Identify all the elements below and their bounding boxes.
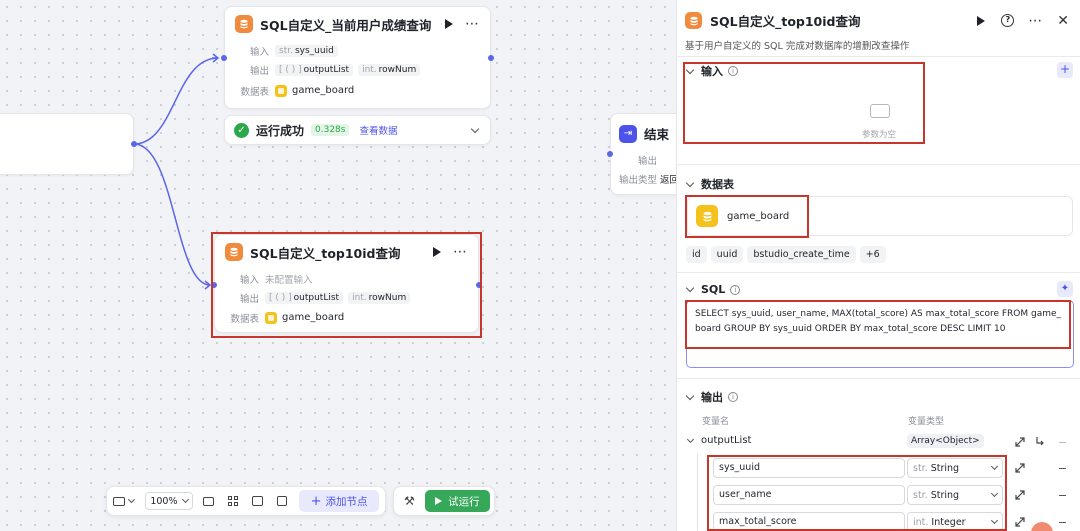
end-node-title: 结束 bbox=[644, 127, 670, 142]
annotation-box bbox=[685, 195, 809, 238]
annotation-box bbox=[683, 62, 925, 144]
sql-section-header[interactable]: SQL i bbox=[685, 283, 741, 296]
start-node-output-port[interactable] bbox=[131, 141, 137, 147]
expand-icon[interactable] bbox=[1015, 463, 1025, 473]
expand-chevron-icon[interactable] bbox=[470, 124, 480, 133]
annotation-box bbox=[685, 300, 1071, 349]
panel-title: SQL自定义_top10id查询 bbox=[710, 14, 861, 29]
input-label: 输入 bbox=[249, 46, 269, 58]
field-chip: id bbox=[686, 246, 707, 263]
field-chip: uuid bbox=[710, 246, 744, 263]
col-name-header: 变量名 bbox=[702, 417, 730, 427]
table-icon bbox=[275, 84, 287, 97]
ai-generate-icon[interactable]: ✦ bbox=[1057, 281, 1073, 297]
output-label: 输出 bbox=[249, 65, 269, 77]
output-tag: int. rowNum bbox=[358, 63, 421, 76]
avatar[interactable] bbox=[1031, 522, 1053, 531]
remove-icon[interactable] bbox=[1059, 442, 1066, 444]
node-title: SQL自定义_当前用户成绩查询 bbox=[260, 17, 432, 33]
output-tag: [ ( ) ] outputList bbox=[275, 63, 354, 76]
start-node-partial[interactable] bbox=[0, 113, 134, 175]
tree-guide-line bbox=[697, 454, 698, 531]
collapse-chevron-icon[interactable] bbox=[686, 435, 695, 443]
panel-description: 基于用户自定义的 SQL 完成对数据库的增删改查操作 bbox=[685, 41, 910, 52]
input-tag: str. sys_uuid bbox=[275, 44, 338, 57]
col-type-header: 变量类型 bbox=[908, 417, 945, 427]
annotation-box bbox=[707, 455, 1007, 531]
end-icon: ⇥ bbox=[619, 124, 637, 143]
help-icon[interactable]: ? bbox=[1001, 14, 1015, 27]
table-label: 数据表 bbox=[240, 86, 269, 98]
add-node-button[interactable]: + 添加节点 bbox=[299, 490, 379, 512]
wrench-icon[interactable]: ⚒ bbox=[404, 494, 415, 508]
fit-view-icon[interactable] bbox=[276, 496, 288, 506]
output-root-type: Array<Object> bbox=[907, 434, 984, 448]
output-section-header[interactable]: 输出 i bbox=[685, 389, 738, 405]
add-input-button[interactable]: + bbox=[1057, 62, 1073, 78]
node-config-panel: SQL自定义_top10id查询 ? ⋯ ✕ 基于用户自定义的 SQL 完成对数… bbox=[676, 0, 1080, 531]
remove-icon[interactable] bbox=[1059, 522, 1066, 524]
node1-input-port[interactable] bbox=[221, 55, 227, 61]
test-run-button[interactable]: 试运行 bbox=[424, 490, 490, 512]
node1-output-port[interactable] bbox=[488, 55, 494, 61]
table-section-header[interactable]: 数据表 bbox=[685, 176, 734, 192]
output-root-name: outputList bbox=[701, 435, 752, 446]
expand-icon[interactable] bbox=[1015, 517, 1025, 527]
annotation-box bbox=[211, 232, 482, 338]
run-status-bar[interactable]: ✓ 运行成功 0.328s 查看数据 bbox=[224, 115, 491, 145]
close-icon[interactable]: ✕ bbox=[1057, 13, 1069, 29]
canvas-toolbar: 100% + 添加节点 bbox=[106, 486, 386, 516]
remove-icon[interactable] bbox=[1059, 495, 1066, 497]
run-toolbar: ⚒ 试运行 bbox=[393, 486, 495, 516]
end-node-input-port[interactable] bbox=[607, 151, 613, 157]
comment-icon[interactable] bbox=[203, 496, 214, 506]
more-options-icon[interactable]: ⋯ bbox=[465, 17, 480, 31]
minimap-icon[interactable] bbox=[113, 496, 125, 506]
image-icon[interactable] bbox=[251, 496, 263, 506]
info-icon: i bbox=[730, 284, 741, 295]
info-icon: i bbox=[728, 392, 738, 402]
run-node-icon[interactable] bbox=[445, 19, 453, 29]
run-time-badge: 0.328s bbox=[311, 124, 350, 136]
layout-icon[interactable] bbox=[227, 496, 238, 506]
more-options-icon[interactable]: ⋯ bbox=[1028, 14, 1043, 28]
success-check-icon: ✓ bbox=[234, 122, 249, 138]
more-fields-chip[interactable]: +6 bbox=[859, 246, 886, 263]
database-icon bbox=[235, 15, 253, 33]
sql-node-user-score[interactable]: SQL自定义_当前用户成绩查询 ⋯ 输入 str. sys_uuid 输出 [ ( )… bbox=[224, 6, 491, 109]
end-output-type-label: 输出类型 bbox=[619, 175, 658, 186]
expand-icon[interactable] bbox=[1015, 437, 1025, 447]
run-node-icon[interactable] bbox=[977, 15, 986, 26]
table-value: game_board bbox=[292, 85, 355, 96]
view-data-link[interactable]: 查看数据 bbox=[359, 123, 397, 137]
expand-icon[interactable] bbox=[1015, 490, 1025, 500]
add-child-icon[interactable] bbox=[1035, 436, 1045, 446]
field-chip: bstudio_create_time bbox=[747, 246, 856, 263]
minimap-dropdown-icon[interactable] bbox=[127, 496, 135, 503]
remove-icon[interactable] bbox=[1059, 468, 1066, 470]
zoom-select[interactable]: 100% bbox=[145, 492, 194, 510]
zoom-value: 100% bbox=[150, 495, 178, 507]
database-icon bbox=[685, 12, 702, 29]
run-status-text: 运行成功 bbox=[256, 123, 305, 138]
